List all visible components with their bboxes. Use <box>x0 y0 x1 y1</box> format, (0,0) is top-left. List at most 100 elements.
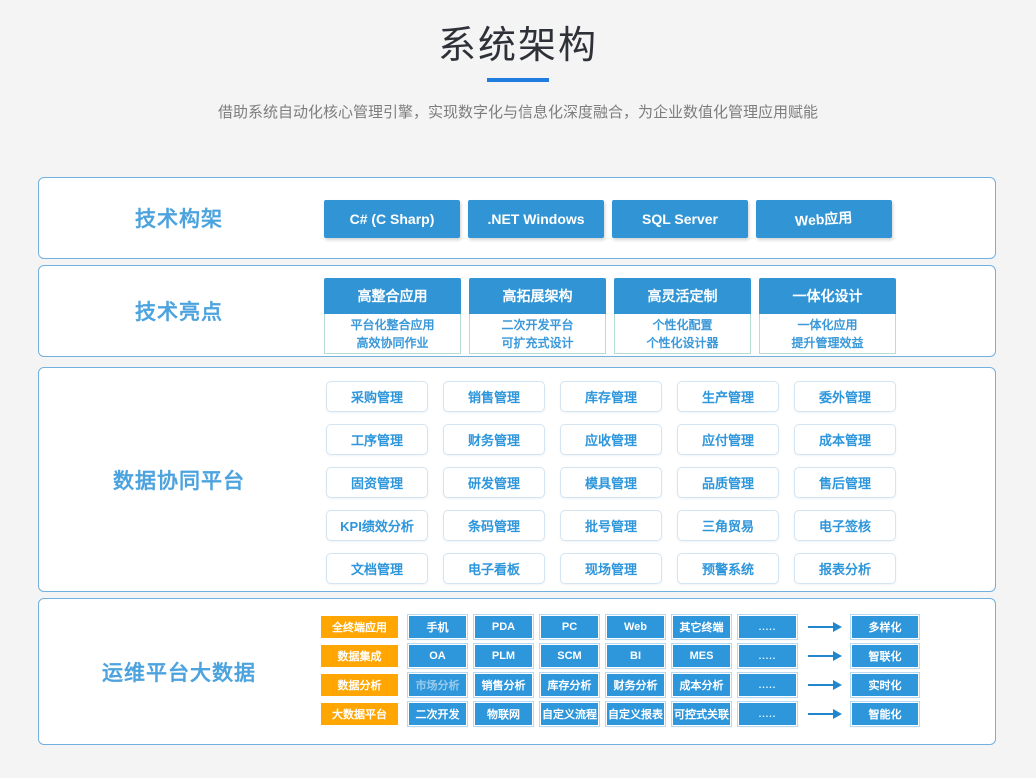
ops-chip[interactable]: Web <box>607 616 664 638</box>
module-button[interactable]: 成本管理 <box>794 424 896 455</box>
arrow-right-icon <box>808 655 834 657</box>
highlight-card-extension: 高拓展架构 二次开发平台 可扩充式设计 <box>469 278 606 354</box>
module-grid-row: 文档管理 电子看板 现场管理 预警系统 报表分析 <box>326 553 896 584</box>
tech-button-web[interactable]: Web应用 <box>756 200 892 238</box>
ops-chip[interactable]: BI <box>607 645 664 667</box>
module-button[interactable]: 研发管理 <box>443 467 545 498</box>
module-button[interactable]: 应收管理 <box>560 424 662 455</box>
module-button[interactable]: 销售管理 <box>443 381 545 412</box>
module-button[interactable]: 电子签核 <box>794 510 896 541</box>
page-subtitle: 借助系统自动化核心管理引擎，实现数字化与信息化深度融合，为企业数值化管理应用赋能 <box>0 101 1036 122</box>
ops-result-chip[interactable]: 实时化 <box>852 674 918 696</box>
module-grid-row: 采购管理 销售管理 库存管理 生产管理 委外管理 <box>326 381 896 412</box>
title-underline <box>487 78 549 82</box>
module-button[interactable]: 批号管理 <box>560 510 662 541</box>
highlight-card-title: 一体化设计 <box>759 278 896 314</box>
ops-tag: 数据分析 <box>321 674 398 696</box>
ops-chip-more[interactable]: ..... <box>739 616 796 638</box>
section-label-tech-highlights: 技术亮点 <box>39 296 319 326</box>
ops-chip[interactable]: 手机 <box>409 616 466 638</box>
highlight-line: 个性化配置 <box>652 316 712 334</box>
highlight-line: 平台化整合应用 <box>350 316 434 334</box>
module-grid-row: 固资管理 研发管理 模具管理 品质管理 售后管理 <box>326 467 896 498</box>
ops-chip[interactable]: 自定义报表 <box>607 703 664 725</box>
module-button[interactable]: 品质管理 <box>677 467 779 498</box>
arrow-right-icon <box>808 713 834 715</box>
ops-result-chip[interactable]: 智联化 <box>852 645 918 667</box>
section-tech-highlights: 技术亮点 高整合应用 平台化整合应用 高效协同作业 高拓展架构 二次开发平台 可… <box>38 265 996 357</box>
ops-chip[interactable]: 物联网 <box>475 703 532 725</box>
arrow-right-icon <box>808 684 834 686</box>
module-button[interactable]: 售后管理 <box>794 467 896 498</box>
ops-tag: 大数据平台 <box>321 703 398 725</box>
module-grid-row: 工序管理 财务管理 应收管理 应付管理 成本管理 <box>326 424 896 455</box>
highlight-line: 个性化设计器 <box>646 334 718 352</box>
section-label-ops-platform: 运维平台大数据 <box>39 657 319 687</box>
module-button[interactable]: 条码管理 <box>443 510 545 541</box>
ops-chip[interactable]: 成本分析 <box>673 674 730 696</box>
ops-chip[interactable]: PDA <box>475 616 532 638</box>
highlight-card-unified: 一体化设计 一体化应用 提升管理效益 <box>759 278 896 354</box>
ops-chip[interactable]: 市场分析 <box>409 674 466 696</box>
arrow-right-icon <box>808 626 834 628</box>
highlight-card-title: 高整合应用 <box>324 278 461 314</box>
module-button[interactable]: 财务管理 <box>443 424 545 455</box>
module-button[interactable]: 文档管理 <box>326 553 428 584</box>
module-grid-row: KPI绩效分析 条码管理 批号管理 三角贸易 电子签核 <box>326 510 896 541</box>
tech-button-dotnet[interactable]: .NET Windows <box>468 200 604 238</box>
ops-chip[interactable]: 库存分析 <box>541 674 598 696</box>
highlight-card-body: 个性化配置 个性化设计器 <box>614 314 751 354</box>
highlight-line: 一体化应用 <box>797 316 857 334</box>
ops-chip[interactable]: SCM <box>541 645 598 667</box>
ops-result-chip[interactable]: 多样化 <box>852 616 918 638</box>
highlight-line: 二次开发平台 <box>501 316 573 334</box>
ops-chip[interactable]: MES <box>673 645 730 667</box>
highlight-card-title: 高灵活定制 <box>614 278 751 314</box>
module-button[interactable]: 模具管理 <box>560 467 662 498</box>
highlight-line: 提升管理效益 <box>791 334 863 352</box>
ops-chip-more[interactable]: ..... <box>739 645 796 667</box>
highlight-line: 高效协同作业 <box>356 334 428 352</box>
ops-chip[interactable]: PC <box>541 616 598 638</box>
tech-button-csharp[interactable]: C# (C Sharp) <box>324 200 460 238</box>
ops-chip[interactable]: OA <box>409 645 466 667</box>
section-ops-platform: 运维平台大数据 全终端应用 手机 PDA PC Web 其它终端 ..... 多… <box>38 598 996 745</box>
ops-chip[interactable]: 可控式关联 <box>673 703 730 725</box>
module-button[interactable]: 现场管理 <box>560 553 662 584</box>
ops-row-analysis: 数据分析 市场分析 销售分析 库存分析 财务分析 成本分析 ..... 实时化 <box>321 674 918 696</box>
highlight-card-body: 一体化应用 提升管理效益 <box>759 314 896 354</box>
ops-result-chip[interactable]: 智能化 <box>852 703 918 725</box>
highlight-card-body: 平台化整合应用 高效协同作业 <box>324 314 461 354</box>
section-label-tech-framework: 技术构架 <box>39 203 319 233</box>
tech-button-sqlserver[interactable]: SQL Server <box>612 200 748 238</box>
ops-chip[interactable]: 其它终端 <box>673 616 730 638</box>
page-title: 系统架构 <box>0 14 1036 69</box>
ops-chip[interactable]: PLM <box>475 645 532 667</box>
module-button[interactable]: 预警系统 <box>677 553 779 584</box>
module-button[interactable]: 生产管理 <box>677 381 779 412</box>
ops-chip-more[interactable]: ..... <box>739 703 796 725</box>
tech-button-web-label: Web应用 <box>795 207 854 231</box>
ops-chip[interactable]: 二次开发 <box>409 703 466 725</box>
module-button[interactable]: KPI绩效分析 <box>326 510 428 541</box>
module-button[interactable]: 报表分析 <box>794 553 896 584</box>
ops-chip[interactable]: 销售分析 <box>475 674 532 696</box>
module-button[interactable]: 委外管理 <box>794 381 896 412</box>
ops-chip[interactable]: 财务分析 <box>607 674 664 696</box>
module-grid: 采购管理 销售管理 库存管理 生产管理 委外管理 工序管理 财务管理 应收管理 … <box>326 381 896 596</box>
module-button[interactable]: 固资管理 <box>326 467 428 498</box>
highlight-line: 可扩充式设计 <box>501 334 573 352</box>
section-tech-framework: 技术构架 C# (C Sharp) .NET Windows SQL Serve… <box>38 177 996 259</box>
module-button[interactable]: 工序管理 <box>326 424 428 455</box>
ops-chip-more[interactable]: ..... <box>739 674 796 696</box>
module-button[interactable]: 库存管理 <box>560 381 662 412</box>
module-button[interactable]: 应付管理 <box>677 424 779 455</box>
highlight-card-row: 高整合应用 平台化整合应用 高效协同作业 高拓展架构 二次开发平台 可扩充式设计… <box>324 278 896 354</box>
ops-tag: 数据集成 <box>321 645 398 667</box>
module-button[interactable]: 三角贸易 <box>677 510 779 541</box>
tech-button-row: C# (C Sharp) .NET Windows SQL Server Web… <box>324 200 892 238</box>
ops-chip[interactable]: 自定义流程 <box>541 703 598 725</box>
ops-row-integration: 数据集成 OA PLM SCM BI MES ..... 智联化 <box>321 645 918 667</box>
module-button[interactable]: 采购管理 <box>326 381 428 412</box>
module-button[interactable]: 电子看板 <box>443 553 545 584</box>
